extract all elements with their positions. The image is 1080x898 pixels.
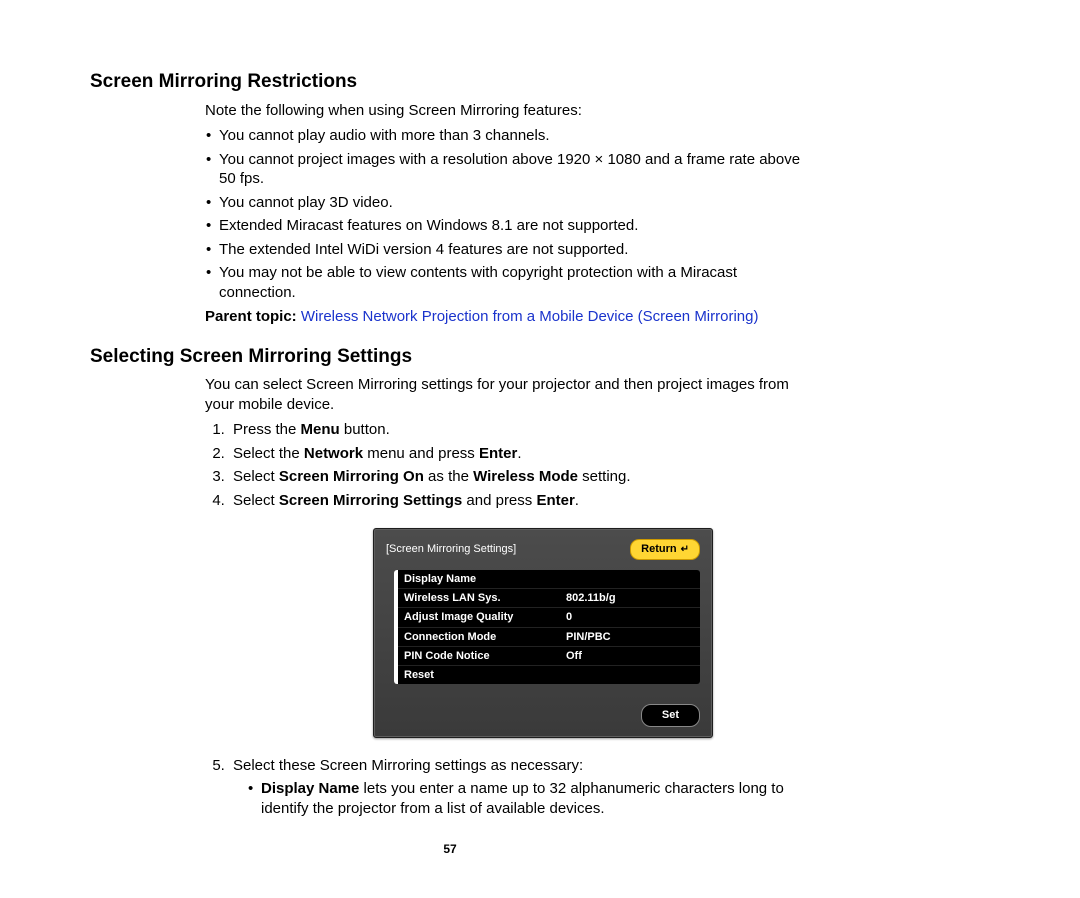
step-item: Select Screen Mirroring Settings and pre… xyxy=(229,491,810,738)
list-item: You cannot play audio with more than 3 c… xyxy=(205,126,810,146)
osd-row-label: Wireless LAN Sys. xyxy=(398,589,560,607)
osd-rows: Display Name Wireless LAN Sys. 802.11b/g… xyxy=(394,570,700,685)
list-item: Extended Miracast features on Windows 8.… xyxy=(205,216,810,236)
return-arrow-icon: ↵ xyxy=(681,543,689,556)
step-text: button. xyxy=(340,421,390,438)
step-item: Select Screen Mirroring On as the Wirele… xyxy=(229,467,810,487)
list-item: You may not be able to view contents wit… xyxy=(205,263,810,302)
parent-topic-link[interactable]: Wireless Network Projection from a Mobil… xyxy=(301,308,759,325)
step-item: Press the Menu button. xyxy=(229,420,810,440)
step-text: Select the xyxy=(233,445,304,462)
osd-row[interactable]: Reset xyxy=(398,666,700,684)
step-bold: Menu xyxy=(301,421,340,438)
step-text: menu and press xyxy=(363,445,479,462)
osd-row-value: PIN/PBC xyxy=(560,628,617,646)
settings-intro: You can select Screen Mirroring settings… xyxy=(205,375,810,414)
osd-row-label: PIN Code Notice xyxy=(398,647,560,665)
heading-restrictions: Screen Mirroring Restrictions xyxy=(90,70,810,95)
osd-row-label: Adjust Image Quality xyxy=(398,608,560,626)
osd-row-value: Off xyxy=(560,647,588,665)
page-number: 57 xyxy=(90,842,810,858)
osd-row[interactable]: Adjust Image Quality 0 xyxy=(398,608,700,627)
osd-title: [Screen Mirroring Settings] xyxy=(386,542,516,556)
step-bold: Network xyxy=(304,445,363,462)
step-bold: Enter xyxy=(536,492,574,509)
osd-row[interactable]: Display Name xyxy=(398,570,700,589)
step-text: . xyxy=(575,492,579,509)
step-bold: Wireless Mode xyxy=(473,468,578,485)
step-text: Select xyxy=(233,468,279,485)
step-bold: Screen Mirroring On xyxy=(279,468,424,485)
step-bold: Enter xyxy=(479,445,517,462)
list-item: You cannot project images with a resolut… xyxy=(205,150,810,189)
osd-row-label: Reset xyxy=(398,666,560,684)
osd-row-value: 0 xyxy=(560,608,578,626)
step-item: Select the Network menu and press Enter. xyxy=(229,444,810,464)
step-text: Select these Screen Mirroring settings a… xyxy=(233,757,583,774)
osd-row-label: Display Name xyxy=(398,570,560,588)
step-text: Press the xyxy=(233,421,301,438)
list-item: You cannot play 3D video. xyxy=(205,193,810,213)
parent-topic-label: Parent topic: xyxy=(205,308,297,325)
osd-row[interactable]: Connection Mode PIN/PBC xyxy=(398,628,700,647)
heading-settings: Selecting Screen Mirroring Settings xyxy=(90,345,810,370)
osd-row-value xyxy=(560,666,572,684)
step-text: . xyxy=(517,445,521,462)
osd-row-label: Connection Mode xyxy=(398,628,560,646)
osd-set-button[interactable]: Set xyxy=(641,704,700,726)
list-item: The extended Intel WiDi version 4 featur… xyxy=(205,240,810,260)
parent-topic: Parent topic: Wireless Network Projectio… xyxy=(205,307,810,327)
step-text: and press xyxy=(462,492,536,509)
restrictions-intro: Note the following when using Screen Mir… xyxy=(205,101,810,121)
settings-steps: Press the Menu button. Select the Networ… xyxy=(205,420,810,818)
osd-menu: [Screen Mirroring Settings] Return ↵ Dis… xyxy=(373,528,713,737)
osd-row[interactable]: Wireless LAN Sys. 802.11b/g xyxy=(398,589,700,608)
sub-bold: Display Name xyxy=(261,780,359,797)
step-text: as the xyxy=(424,468,473,485)
step-bold: Screen Mirroring Settings xyxy=(279,492,462,509)
osd-row-value xyxy=(560,570,572,588)
step-item: Select these Screen Mirroring settings a… xyxy=(229,756,810,819)
list-item: Display Name lets you enter a name up to… xyxy=(247,779,810,818)
restrictions-list: You cannot play audio with more than 3 c… xyxy=(205,126,810,302)
step-text: Select xyxy=(233,492,279,509)
osd-row[interactable]: PIN Code Notice Off xyxy=(398,647,700,666)
osd-return-label: Return xyxy=(641,542,676,556)
osd-row-value: 802.11b/g xyxy=(560,589,622,607)
osd-return-button[interactable]: Return ↵ xyxy=(630,539,700,559)
step-text: setting. xyxy=(578,468,631,485)
